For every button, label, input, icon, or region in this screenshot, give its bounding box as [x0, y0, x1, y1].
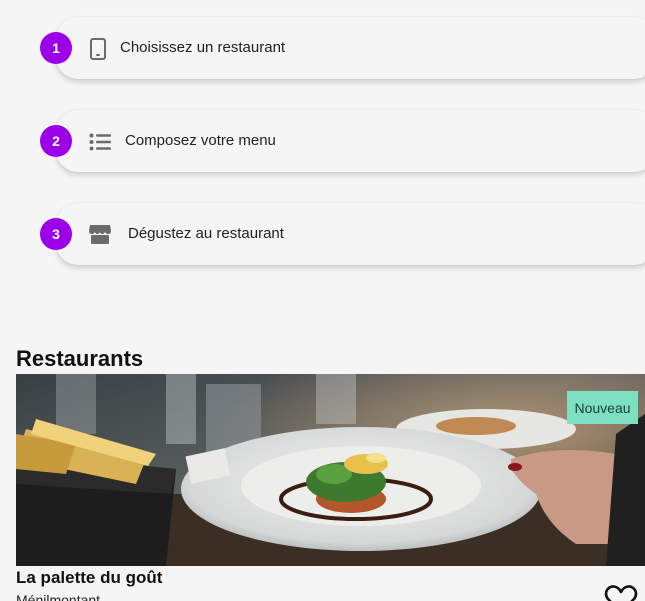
- plated-dish-photo: [16, 374, 645, 566]
- list-icon: [88, 130, 112, 154]
- step-number-2: 2: [40, 125, 72, 157]
- step-number-1: 1: [40, 32, 72, 64]
- storefront-icon: [88, 222, 112, 246]
- restaurant-card-image[interactable]: [16, 374, 645, 566]
- step-number-3: 3: [40, 218, 72, 250]
- step-label-3: Dégustez au restaurant: [128, 225, 284, 242]
- step-label-2: Composez votre menu: [125, 132, 276, 149]
- section-title: Restaurants: [16, 346, 144, 371]
- heart-icon[interactable]: [604, 584, 638, 601]
- new-badge: Nouveau: [567, 391, 638, 424]
- restaurant-area: Ménilmontant: [16, 592, 101, 601]
- step-label-1: Choisissez un restaurant: [120, 39, 286, 56]
- restaurant-name[interactable]: La palette du goût: [16, 568, 162, 588]
- smartphone-icon: [86, 37, 110, 61]
